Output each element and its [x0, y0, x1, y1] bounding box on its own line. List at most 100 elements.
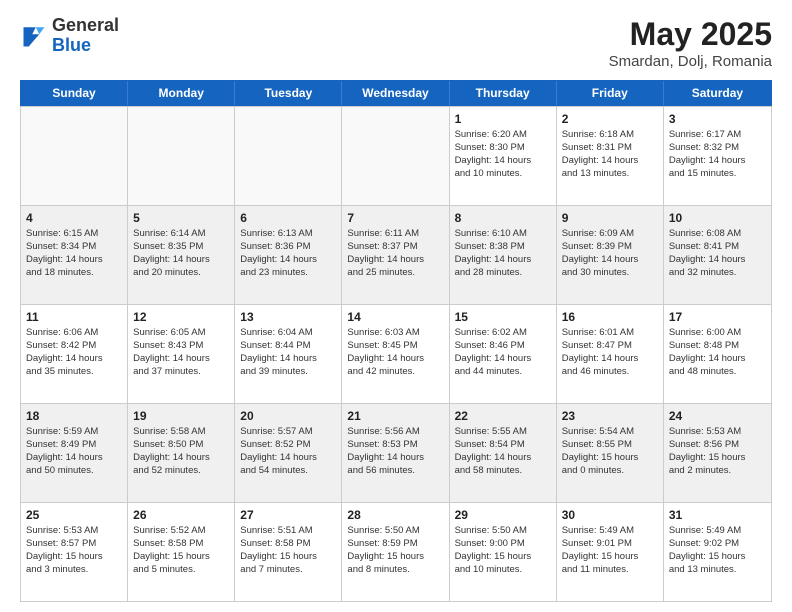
day-number: 18: [26, 408, 122, 424]
day-info: Sunrise: 6:04 AM Sunset: 8:44 PM Dayligh…: [240, 327, 336, 378]
day-number: 28: [347, 507, 443, 523]
day-info: Sunrise: 5:49 AM Sunset: 9:01 PM Dayligh…: [562, 525, 658, 576]
weekday-header: Sunday: [21, 81, 128, 105]
day-info: Sunrise: 6:03 AM Sunset: 8:45 PM Dayligh…: [347, 327, 443, 378]
calendar-week: 18Sunrise: 5:59 AM Sunset: 8:49 PM Dayli…: [21, 403, 771, 502]
calendar-week: 11Sunrise: 6:06 AM Sunset: 8:42 PM Dayli…: [21, 304, 771, 403]
calendar-cell: 18Sunrise: 5:59 AM Sunset: 8:49 PM Dayli…: [21, 404, 128, 502]
calendar-week: 4Sunrise: 6:15 AM Sunset: 8:34 PM Daylig…: [21, 205, 771, 304]
calendar-cell: [235, 107, 342, 205]
calendar-cell: 2 Sunrise: 6:18 AM Sunset: 8:31 PM Daylig…: [557, 107, 664, 205]
calendar-cell: 8Sunrise: 6:10 AM Sunset: 8:38 PM Daylig…: [450, 206, 557, 304]
day-number: 21: [347, 408, 443, 424]
weekday-header: Wednesday: [342, 81, 449, 105]
calendar-cell: 7 Sunrise: 6:11 AM Sunset: 8:37 PM Daylig…: [342, 206, 449, 304]
day-info: Sunrise: 6:11 AM Sunset: 8:37 PM Dayligh…: [347, 228, 443, 279]
day-info: Sunrise: 6:13 AM Sunset: 8:36 PM Dayligh…: [240, 228, 336, 279]
day-info: Sunrise: 5:50 AM Sunset: 8:59 PM Dayligh…: [347, 525, 443, 576]
logo-text: General Blue: [52, 16, 119, 56]
day-info: Sunrise: 6:17 AM Sunset: 8:32 PM Dayligh…: [669, 129, 766, 180]
day-info: Sunrise: 5:53 AM Sunset: 8:56 PM Dayligh…: [669, 426, 766, 477]
day-info: Sunrise: 5:51 AM Sunset: 8:58 PM Dayligh…: [240, 525, 336, 576]
day-info: Sunrise: 5:57 AM Sunset: 8:52 PM Dayligh…: [240, 426, 336, 477]
day-number: 13: [240, 309, 336, 325]
calendar-cell: 26 Sunrise: 5:52 AM Sunset: 8:58 PM Dayli…: [128, 503, 235, 601]
day-number: 11: [26, 309, 122, 325]
calendar-cell: 28 Sunrise: 5:50 AM Sunset: 8:59 PM Dayli…: [342, 503, 449, 601]
calendar-cell: 10Sunrise: 6:08 AM Sunset: 8:41 PM Dayli…: [664, 206, 771, 304]
day-info: Sunrise: 6:20 AM Sunset: 8:30 PM Dayligh…: [455, 129, 551, 180]
day-number: 29: [455, 507, 551, 523]
calendar-cell: 15Sunrise: 6:02 AM Sunset: 8:46 PM Dayli…: [450, 305, 557, 403]
day-number: 8: [455, 210, 551, 226]
calendar-cell: 1 Sunrise: 6:20 AM Sunset: 8:30 PM Daylig…: [450, 107, 557, 205]
calendar-cell: 29 Sunrise: 5:50 AM Sunset: 9:00 PM Dayli…: [450, 503, 557, 601]
day-number: 2: [562, 111, 658, 127]
day-info: Sunrise: 6:09 AM Sunset: 8:39 PM Dayligh…: [562, 228, 658, 279]
day-number: 12: [133, 309, 229, 325]
calendar-cell: 23 Sunrise: 5:54 AM Sunset: 8:55 PM Dayli…: [557, 404, 664, 502]
calendar-cell: 6Sunrise: 6:13 AM Sunset: 8:36 PM Daylig…: [235, 206, 342, 304]
day-info: Sunrise: 5:58 AM Sunset: 8:50 PM Dayligh…: [133, 426, 229, 477]
day-number: 9: [562, 210, 658, 226]
day-number: 22: [455, 408, 551, 424]
day-info: Sunrise: 6:02 AM Sunset: 8:46 PM Dayligh…: [455, 327, 551, 378]
weekday-header: Tuesday: [235, 81, 342, 105]
weekday-header: Monday: [128, 81, 235, 105]
logo-blue: Blue: [52, 35, 91, 55]
calendar-cell: 16Sunrise: 6:01 AM Sunset: 8:47 PM Dayli…: [557, 305, 664, 403]
day-info: Sunrise: 6:00 AM Sunset: 8:48 PM Dayligh…: [669, 327, 766, 378]
day-info: Sunrise: 5:53 AM Sunset: 8:57 PM Dayligh…: [26, 525, 122, 576]
month-title: May 2025: [609, 16, 772, 53]
day-number: 5: [133, 210, 229, 226]
calendar-cell: 20 Sunrise: 5:57 AM Sunset: 8:52 PM Dayli…: [235, 404, 342, 502]
calendar-cell: 30Sunrise: 5:49 AM Sunset: 9:01 PM Dayli…: [557, 503, 664, 601]
day-number: 19: [133, 408, 229, 424]
day-number: 16: [562, 309, 658, 325]
logo-icon: [20, 22, 48, 50]
day-number: 1: [455, 111, 551, 127]
calendar-cell: 13 Sunrise: 6:04 AM Sunset: 8:44 PM Dayli…: [235, 305, 342, 403]
calendar-cell: [21, 107, 128, 205]
calendar-cell: 24 Sunrise: 5:53 AM Sunset: 8:56 PM Dayli…: [664, 404, 771, 502]
day-number: 7: [347, 210, 443, 226]
calendar-cell: 3 Sunrise: 6:17 AM Sunset: 8:32 PM Daylig…: [664, 107, 771, 205]
day-info: Sunrise: 6:15 AM Sunset: 8:34 PM Dayligh…: [26, 228, 122, 279]
day-number: 27: [240, 507, 336, 523]
day-number: 25: [26, 507, 122, 523]
day-info: Sunrise: 5:52 AM Sunset: 8:58 PM Dayligh…: [133, 525, 229, 576]
day-info: Sunrise: 5:50 AM Sunset: 9:00 PM Dayligh…: [455, 525, 551, 576]
header: General Blue May 2025 Smardan, Dolj, Rom…: [20, 16, 772, 70]
logo: General Blue: [20, 16, 119, 56]
day-number: 26: [133, 507, 229, 523]
day-number: 10: [669, 210, 766, 226]
day-number: 20: [240, 408, 336, 424]
calendar-cell: 4Sunrise: 6:15 AM Sunset: 8:34 PM Daylig…: [21, 206, 128, 304]
day-info: Sunrise: 5:55 AM Sunset: 8:54 PM Dayligh…: [455, 426, 551, 477]
calendar: SundayMondayTuesdayWednesdayThursdayFrid…: [20, 80, 772, 602]
calendar-cell: [342, 107, 449, 205]
calendar-cell: 21 Sunrise: 5:56 AM Sunset: 8:53 PM Dayli…: [342, 404, 449, 502]
calendar-week: 1 Sunrise: 6:20 AM Sunset: 8:30 PM Daylig…: [21, 106, 771, 205]
calendar-cell: 5Sunrise: 6:14 AM Sunset: 8:35 PM Daylig…: [128, 206, 235, 304]
calendar-week: 25 Sunrise: 5:53 AM Sunset: 8:57 PM Dayli…: [21, 502, 771, 601]
day-info: Sunrise: 6:05 AM Sunset: 8:43 PM Dayligh…: [133, 327, 229, 378]
day-number: 14: [347, 309, 443, 325]
logo-general: General: [52, 15, 119, 35]
day-info: Sunrise: 5:54 AM Sunset: 8:55 PM Dayligh…: [562, 426, 658, 477]
calendar-cell: 9 Sunrise: 6:09 AM Sunset: 8:39 PM Daylig…: [557, 206, 664, 304]
calendar-cell: 19 Sunrise: 5:58 AM Sunset: 8:50 PM Dayli…: [128, 404, 235, 502]
weekday-header: Friday: [557, 81, 664, 105]
day-number: 17: [669, 309, 766, 325]
calendar-body: 1 Sunrise: 6:20 AM Sunset: 8:30 PM Daylig…: [20, 106, 772, 602]
calendar-cell: 11Sunrise: 6:06 AM Sunset: 8:42 PM Dayli…: [21, 305, 128, 403]
day-number: 24: [669, 408, 766, 424]
location: Smardan, Dolj, Romania: [609, 53, 772, 70]
day-info: Sunrise: 5:56 AM Sunset: 8:53 PM Dayligh…: [347, 426, 443, 477]
day-info: Sunrise: 6:18 AM Sunset: 8:31 PM Dayligh…: [562, 129, 658, 180]
weekday-header: Thursday: [450, 81, 557, 105]
title-block: May 2025 Smardan, Dolj, Romania: [609, 16, 772, 70]
day-number: 3: [669, 111, 766, 127]
day-number: 23: [562, 408, 658, 424]
calendar-cell: 31Sunrise: 5:49 AM Sunset: 9:02 PM Dayli…: [664, 503, 771, 601]
